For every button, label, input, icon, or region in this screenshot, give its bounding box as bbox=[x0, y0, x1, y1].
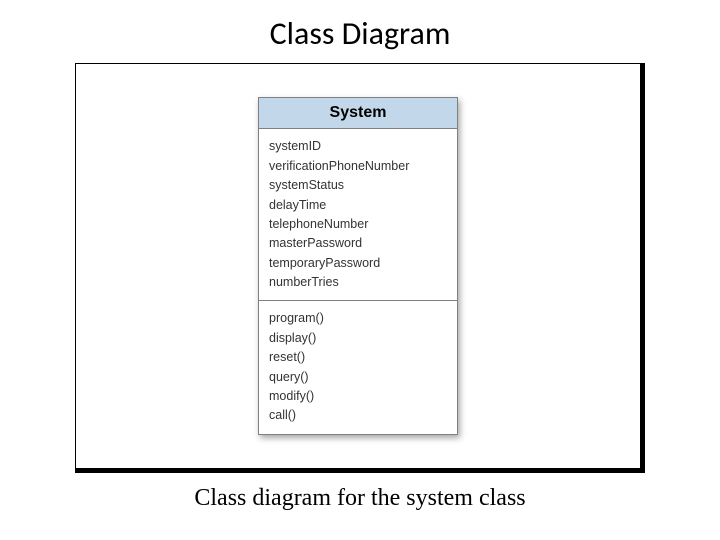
uml-attribute: numberTries bbox=[269, 273, 447, 292]
uml-attribute: telephoneNumber bbox=[269, 215, 447, 234]
page-title: Class Diagram bbox=[0, 0, 720, 53]
uml-operation: modify() bbox=[269, 387, 447, 406]
uml-operation: display() bbox=[269, 329, 447, 348]
uml-attribute: verificationPhoneNumber bbox=[269, 157, 447, 176]
uml-attribute: masterPassword bbox=[269, 234, 447, 253]
uml-attributes-compartment: systemID verificationPhoneNumber systemS… bbox=[259, 129, 457, 301]
uml-class-name: System bbox=[259, 98, 457, 129]
diagram-frame-shadow: System systemID verificationPhoneNumber … bbox=[75, 63, 645, 473]
diagram-frame: System systemID verificationPhoneNumber … bbox=[75, 63, 641, 469]
uml-class-box: System systemID verificationPhoneNumber … bbox=[258, 97, 458, 434]
uml-attribute: systemStatus bbox=[269, 176, 447, 195]
uml-operation: call() bbox=[269, 406, 447, 425]
uml-operation: program() bbox=[269, 309, 447, 328]
uml-attribute: temporaryPassword bbox=[269, 254, 447, 273]
uml-operation: query() bbox=[269, 368, 447, 387]
uml-attribute: delayTime bbox=[269, 196, 447, 215]
uml-operations-compartment: program() display() reset() query() modi… bbox=[259, 301, 457, 433]
uml-operation: reset() bbox=[269, 348, 447, 367]
figure-caption: Class diagram for the system class bbox=[0, 485, 720, 512]
uml-attribute: systemID bbox=[269, 137, 447, 156]
